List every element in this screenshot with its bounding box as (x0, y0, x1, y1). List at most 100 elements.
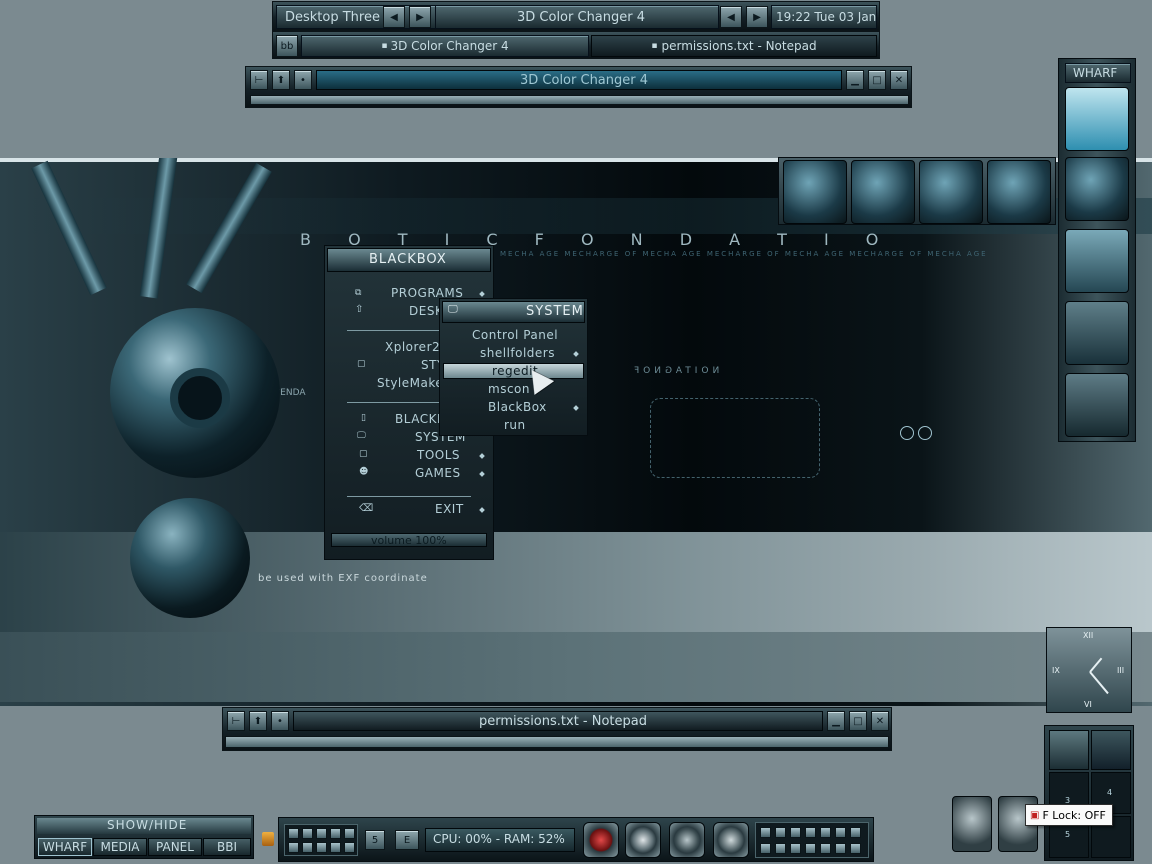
button-label: 5 (371, 834, 379, 846)
small-button-e[interactable]: E (395, 830, 419, 850)
small-button-5[interactable]: 5 (365, 830, 385, 850)
lock-icon: ▣ (1030, 809, 1040, 821)
window-pin-button[interactable]: • (294, 70, 312, 90)
show-hide-title: SHOW/HIDE (107, 818, 188, 832)
next-icon[interactable] (302, 842, 313, 853)
stop-icon[interactable] (330, 828, 341, 839)
window-shade-button[interactable]: ⬆ (249, 711, 267, 731)
tooltip: ▣ F Lock: OFF (1025, 804, 1113, 826)
system-title: SYSTEM (526, 304, 584, 319)
tray-update-icon[interactable] (820, 827, 831, 838)
task-3d-color-changer[interactable]: ▪ 3D Color Changer 4 (301, 35, 589, 57)
menu-item-exit[interactable]: EXIT (435, 502, 464, 516)
maximize-button[interactable]: □ (849, 711, 867, 731)
clock-numeral: IX (1052, 666, 1060, 675)
arrow-left-icon: ◀ (727, 11, 735, 23)
tray-globe-icon[interactable] (835, 843, 846, 854)
pager-desk[interactable] (1091, 730, 1131, 770)
tray-printer-icon[interactable] (775, 843, 786, 854)
menu-item-games[interactable]: GAMES (415, 466, 461, 480)
repeat-icon[interactable] (330, 842, 341, 853)
pen-paper-icon[interactable] (1065, 301, 1129, 365)
close-button[interactable]: ✕ (871, 711, 889, 731)
media-toggle-button[interactable]: MEDIA (93, 838, 147, 856)
disc-icon[interactable] (669, 822, 705, 858)
minimize-button[interactable]: ▁ (846, 70, 864, 90)
pager-desk-number: 5 (1065, 830, 1071, 839)
lock-icon[interactable] (262, 832, 274, 846)
pause-icon[interactable] (316, 828, 327, 839)
menu-item-stylemaker[interactable]: StyleMaker (377, 376, 449, 390)
tray-mail-icon[interactable] (760, 843, 771, 854)
submenu-arrow-icon (479, 507, 485, 513)
speaker-icon[interactable] (625, 822, 661, 858)
task-notepad[interactable]: ▪ permissions.txt - Notepad (591, 35, 877, 57)
window-pin-button[interactable]: • (271, 711, 289, 731)
menu-item-xplorer2[interactable]: Xplorer2 (385, 340, 440, 354)
wharf-title: WHARF (1073, 66, 1118, 80)
tray-lock-icon[interactable] (850, 843, 861, 854)
analog-clock[interactable]: XII III VI IX (1046, 627, 1132, 713)
recycle-bin-icon[interactable] (952, 796, 992, 852)
safe-icon[interactable] (1065, 373, 1129, 437)
next-window-button[interactable]: ▶ (746, 6, 768, 28)
globe-plug-icon[interactable] (851, 160, 915, 224)
minimize-button[interactable]: ▁ (827, 711, 845, 731)
close-button[interactable]: ✕ (890, 70, 908, 90)
forward-icon[interactable] (344, 828, 355, 839)
clock-hour-hand (1089, 657, 1103, 673)
shuffle-icon[interactable] (316, 842, 327, 853)
media-controls (284, 824, 358, 856)
window-title: permissions.txt - Notepad (479, 714, 647, 729)
clock-numeral: VI (1084, 700, 1092, 709)
tray-calendar-icon[interactable] (790, 843, 801, 854)
tray-battery-icon[interactable] (835, 827, 846, 838)
menu-item-shellfolders[interactable]: shellfolders (480, 346, 555, 360)
globe-icon[interactable] (1065, 157, 1129, 221)
current-window-title: 3D Color Changer 4 (517, 10, 646, 25)
maximize-button[interactable]: □ (868, 70, 886, 90)
folder-photo-icon[interactable] (1065, 229, 1129, 293)
rewind-icon[interactable] (288, 828, 299, 839)
eject-icon[interactable] (344, 842, 355, 853)
menu-item-control-panel[interactable]: Control Panel (472, 328, 558, 342)
submenu-arrow-icon (573, 405, 579, 411)
globe-monitor-icon[interactable] (987, 160, 1051, 224)
bb-button[interactable]: bb (276, 35, 298, 57)
clock-text: 19:22 Tue 03 Jan (776, 10, 877, 24)
monitor-icon[interactable] (1065, 87, 1129, 151)
prev-window-button[interactable]: ◀ (720, 6, 742, 28)
panel-toggle-button[interactable]: PANEL (148, 838, 202, 856)
window-shade-button[interactable]: ⬆ (272, 70, 290, 90)
menu-item-tools[interactable]: TOOLS (417, 448, 460, 462)
clock-numeral: III (1117, 666, 1125, 675)
menu-item-msconfig[interactable]: mscon (488, 382, 530, 396)
menu-item-run[interactable]: run (504, 418, 526, 432)
system-tray (755, 822, 869, 858)
globe-keyboard-icon[interactable] (919, 160, 983, 224)
wallpaper-side-text: NOITAGNOF (630, 366, 720, 376)
file-icon: ▪ (651, 41, 658, 51)
wharf-toggle-button[interactable]: WHARF (38, 838, 92, 856)
media-player-icon[interactable] (583, 822, 619, 858)
tray-network-icon[interactable] (760, 827, 771, 838)
next-workspace-button[interactable]: ▶ (409, 6, 431, 28)
pager-desk[interactable] (1049, 730, 1089, 770)
globe-plug-icon[interactable] (783, 160, 847, 224)
bbi-toggle-button[interactable]: BBI (203, 838, 251, 856)
tray-clock-icon[interactable] (820, 843, 831, 854)
shortcut-bar (778, 157, 1056, 225)
tray-chat-icon[interactable] (805, 827, 816, 838)
window-menu-button[interactable]: ⊢ (227, 711, 245, 731)
arrow-right-icon: ▶ (753, 11, 761, 23)
prev-workspace-button[interactable]: ◀ (383, 6, 405, 28)
tray-display-icon[interactable] (850, 827, 861, 838)
prev-icon[interactable] (288, 842, 299, 853)
tray-play-icon[interactable] (805, 843, 816, 854)
tray-volume-icon[interactable] (775, 827, 786, 838)
tray-shield-icon[interactable] (790, 827, 801, 838)
play-icon[interactable] (302, 828, 313, 839)
power-icon[interactable] (713, 822, 749, 858)
menu-item-blackbox[interactable]: BlackBox (488, 400, 547, 414)
window-menu-button[interactable]: ⊢ (250, 70, 268, 90)
